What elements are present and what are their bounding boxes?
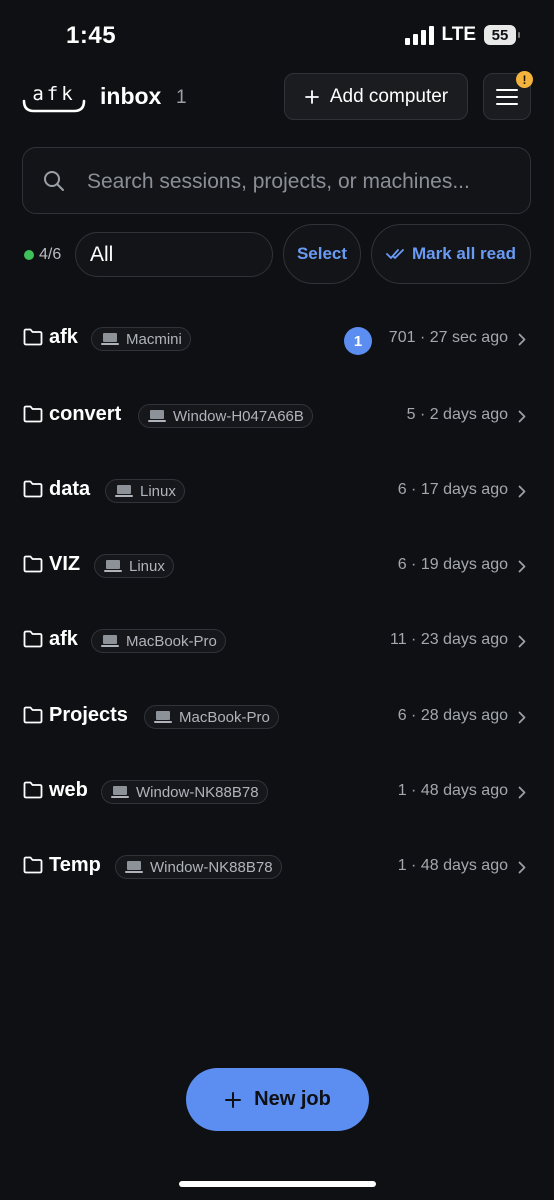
chevron-right-icon [518,410,526,423]
machine-chip: Linux [105,479,185,503]
machine-chip: Macmini [91,327,191,351]
chevron-right-icon [518,786,526,799]
session-meta: 6 · 19 days ago [397,556,508,573]
add-computer-button[interactable]: Add computer [284,73,468,120]
session-row[interactable]: Projects MacBook-Pro 6 · 28 days ago [0,680,554,755]
folder-icon [23,480,43,498]
session-row[interactable]: afk Macmini 1 701 · 27 sec ago [0,302,554,377]
home-indicator[interactable] [179,1181,376,1187]
session-project-name: afk [49,628,78,650]
filter-selected-value: All [90,242,114,266]
svg-text:afk: afk [32,83,75,105]
plus-icon [304,89,319,104]
machine-name: Linux [140,482,176,500]
chevron-right-icon [518,333,526,346]
battery-icon: 55 [484,25,520,45]
session-project-name: web [49,779,88,801]
chevron-right-icon [518,635,526,648]
machine-name: Window-NK88B78 [136,783,259,801]
unread-badge: 1 [344,327,372,355]
machine-name: Window-NK88B78 [150,858,273,876]
select-button[interactable]: Select [283,224,361,284]
status-indicators: LTE 55 [404,24,520,46]
laptop-icon [111,786,129,798]
session-row[interactable]: VIZ Linux 6 · 19 days ago [0,529,554,604]
session-meta: 1 · 48 days ago [397,857,508,874]
machine-name: Linux [129,557,165,575]
folder-icon [23,555,43,573]
session-row[interactable]: Temp Window-NK88B78 1 · 48 days ago [0,830,554,905]
afk-logo: afk [22,80,86,114]
filter-select[interactable]: All [75,232,273,277]
session-row[interactable]: data Linux 6 · 17 days ago [0,454,554,529]
chevron-right-icon [518,560,526,573]
search-input[interactable] [85,162,519,202]
add-computer-label: Add computer [329,85,449,107]
machine-chip: Window-NK88B78 [101,780,268,804]
network-label: LTE [441,24,476,45]
online-machine-count: 4/6 [39,246,62,263]
double-check-icon [386,249,404,259]
folder-icon [23,405,43,423]
folder-icon [23,706,43,724]
warning-badge: ! [516,71,533,88]
machine-name: Window-H047A66B [173,407,304,425]
laptop-icon [115,485,133,497]
session-project-name: VIZ [49,553,81,575]
plus-icon [225,1091,242,1108]
machine-chip: MacBook-Pro [144,705,279,729]
chevron-right-icon [518,861,526,874]
status-time: 1:45 [66,22,117,49]
laptop-icon [154,711,172,723]
mark-all-read-button[interactable]: Mark all read [371,224,531,284]
machine-name: MacBook-Pro [179,708,270,726]
mark-all-read-label: Mark all read [412,244,516,263]
new-job-label: New job [254,1088,331,1110]
chevron-right-icon [518,485,526,498]
laptop-icon [125,861,143,873]
chevron-right-icon [518,711,526,724]
session-meta: 5 · 2 days ago [406,406,508,423]
session-project-name: data [49,478,91,500]
laptop-icon [101,333,119,345]
online-indicator [24,250,34,260]
inbox-count: 1 [176,87,187,108]
laptop-icon [101,635,119,647]
machine-chip: Linux [94,554,174,578]
session-row[interactable]: afk MacBook-Pro 11 · 23 days ago [0,604,554,679]
folder-icon [23,630,43,648]
machine-name: MacBook-Pro [126,632,217,650]
page-title: inbox [100,83,162,109]
session-meta: 701 · 27 sec ago [388,329,508,346]
status-bar: 1:45 LTE 55 [0,0,554,70]
session-meta: 6 · 28 days ago [397,707,508,724]
session-meta: 11 · 23 days ago [389,631,508,648]
select-label: Select [296,244,348,263]
menu-icon [496,88,518,105]
session-row[interactable]: convert Window-H047A66B 5 · 2 days ago [0,379,554,454]
search-bar [22,147,531,214]
machine-name: Macmini [126,330,182,348]
laptop-icon [148,410,166,422]
session-meta: 6 · 17 days ago [397,481,508,498]
machine-chip: Window-NK88B78 [115,855,282,879]
battery-level: 55 [491,26,509,44]
session-project-name: afk [49,326,78,348]
session-row[interactable]: web Window-NK88B78 1 · 48 days ago [0,755,554,830]
folder-icon [23,328,43,346]
session-project-name: convert [49,403,122,425]
session-project-name: Projects [49,704,128,726]
new-job-button[interactable]: New job [186,1068,369,1131]
header: afk inbox 1 Add computer [0,72,554,122]
laptop-icon [104,560,122,572]
search-icon [44,171,64,191]
folder-icon [23,856,43,874]
signal-icon [404,25,434,45]
machine-chip: Window-H047A66B [138,404,313,428]
machine-chip: MacBook-Pro [91,629,226,653]
session-meta: 1 · 48 days ago [397,782,508,799]
afk-logo-icon: afk [22,83,86,113]
session-project-name: Temp [49,854,101,876]
folder-icon [23,781,43,799]
